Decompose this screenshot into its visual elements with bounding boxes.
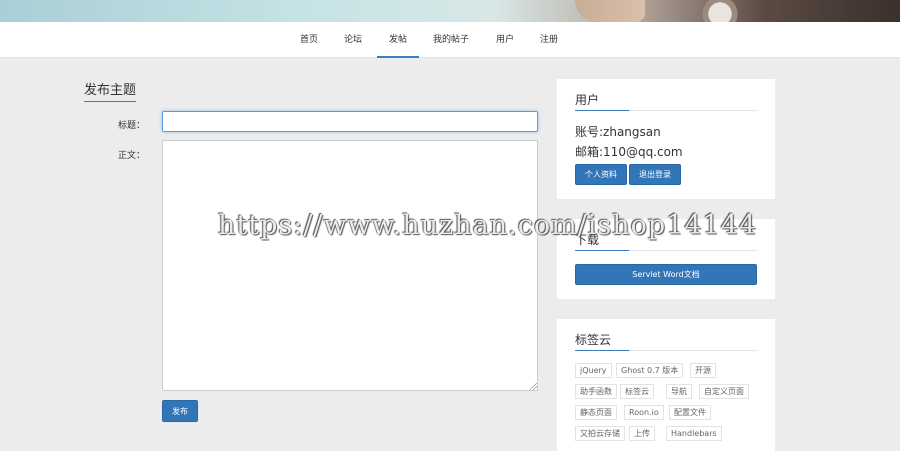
page-title: 发布主题 <box>84 79 137 102</box>
tag-item[interactable]: 配置文件 <box>669 405 711 420</box>
tag-item[interactable]: 标签云 <box>620 384 654 399</box>
nav-item-forum[interactable]: 论坛 <box>336 22 370 58</box>
tag-item[interactable]: Roon.io <box>624 405 664 420</box>
user-panel: 用户 账号:zhangsan 邮箱:110@qq.com 个人资料 退出登录 <box>557 79 775 199</box>
tag-item[interactable]: 又拍云存储 <box>575 426 625 441</box>
publish-button[interactable]: 发布 <box>162 400 198 422</box>
logout-button[interactable]: 退出登录 <box>629 164 681 185</box>
panel-divider <box>575 350 757 351</box>
body-textarea[interactable] <box>162 140 538 391</box>
tag-item[interactable]: 上传 <box>629 426 655 441</box>
tag-item[interactable]: jQuery <box>575 363 612 378</box>
nav-item-post[interactable]: 发帖 <box>377 22 419 58</box>
tag-item[interactable]: Handlebars <box>666 426 722 441</box>
title-input[interactable] <box>162 111 538 132</box>
tag-cloud-panel: 标签云 jQuery Ghost 0.7 版本 开源 助手函数 标签云 导航 自… <box>557 319 775 451</box>
tag-item[interactable]: 开源 <box>690 363 716 378</box>
resize-handle[interactable] <box>530 383 537 390</box>
tag-item[interactable]: 导航 <box>666 384 692 399</box>
tag-item[interactable]: 助手函数 <box>575 384 617 399</box>
download-button[interactable]: Servlet Word文档 <box>575 264 757 285</box>
nav-item-my-posts[interactable]: 我的帖子 <box>428 22 474 58</box>
email-text: 邮箱:110@qq.com <box>575 145 683 159</box>
download-panel-title: 下载 <box>575 233 600 247</box>
account-text: 账号:zhangsan <box>575 125 661 139</box>
tag-item[interactable]: Ghost 0.7 版本 <box>616 363 684 378</box>
header-banner-image <box>0 0 900 22</box>
profile-button[interactable]: 个人资料 <box>575 164 627 185</box>
tag-item[interactable]: 自定义页面 <box>699 384 749 399</box>
tag-cloud-title: 标签云 <box>575 333 612 347</box>
title-label: 标题： <box>118 121 146 131</box>
panel-divider <box>575 250 757 251</box>
tag-item[interactable]: 静态页面 <box>575 405 617 420</box>
panel-divider <box>575 110 757 111</box>
banner-photo-detail <box>690 0 750 22</box>
nav-item-home[interactable]: 首页 <box>292 22 326 58</box>
nav-item-register[interactable]: 注册 <box>532 22 566 58</box>
nav-item-users[interactable]: 用户 <box>488 22 522 58</box>
user-panel-title: 用户 <box>575 93 600 107</box>
main-nav: 首页 论坛 发帖 我的帖子 用户 注册 <box>0 22 900 58</box>
body-label: 正文： <box>118 151 146 161</box>
banner-photo-detail <box>575 0 645 22</box>
download-panel: 下载 Servlet Word文档 <box>557 219 775 299</box>
